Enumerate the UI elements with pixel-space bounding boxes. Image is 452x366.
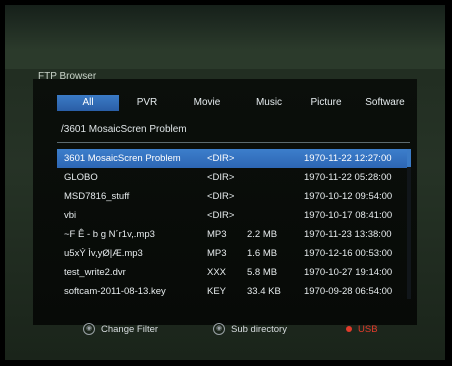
sub-directory-hint[interactable]: ◉ Sub directory [213,321,287,339]
file-name: 3601 MosaicScren Problem [64,153,181,164]
file-size: 5.8 MB [247,267,278,278]
change-filter-label: Change Filter [101,324,159,335]
usb-dot-icon [346,326,352,333]
header-glow [5,5,445,69]
file-type: MP3 [207,248,227,259]
file-name: test_write2.dvr [64,267,126,278]
file-row[interactable]: ~F Ê - b g N´r1v,.mp3 MP3 2.2 MB 1970-11… [57,225,407,244]
file-date: 1970-10-12 09:54:00 [304,191,393,202]
file-row[interactable]: MSD7816_stuff <DIR> 1970-10-12 09:54:00 [57,187,407,206]
file-row[interactable]: vbi <DIR> 1970-10-17 08:41:00 [57,206,407,225]
scrollbar-thumb[interactable] [407,149,411,167]
file-size: 2.2 MB [247,229,278,240]
tab-picture[interactable]: Picture [297,95,355,111]
file-type: <DIR> [207,210,235,221]
file-date: 1970-11-22 05:28:00 [304,172,392,183]
file-type: XXX [207,267,227,278]
change-filter-hint[interactable]: ◉ Change Filter [83,321,158,339]
sub-directory-label: Sub directory [231,324,287,335]
file-type: <DIR> [207,191,235,202]
filter-tabs: All PVR Movie Music Picture Software [57,95,410,111]
page-title: FTP Browser [38,71,97,82]
file-type: MP3 [207,229,227,240]
file-row[interactable]: softcam-2011-08-13.key KEY 33.4 KB 1970-… [57,282,407,301]
file-row[interactable]: test_write2.dvr XXX 5.8 MB 1970-10-27 19… [57,263,407,282]
divider [57,142,410,143]
file-row[interactable]: u5xÝ Ìv,yØ|Æ.mp3 MP3 1.6 MB 1970-12-16 0… [57,244,407,263]
tab-software[interactable]: Software [357,95,413,111]
tab-pvr[interactable]: PVR [123,95,171,111]
remote-button-icon: ◉ [213,323,225,336]
file-type: KEY [207,286,227,297]
file-name: vbi [64,210,77,221]
file-date: 1970-10-27 19:14:00 [304,267,393,278]
footer-hints: ◉ Change Filter ◉ Sub directory USB [5,321,445,339]
file-row[interactable]: GLOBO <DIR> 1970-11-22 05:28:00 [57,168,407,187]
file-type: <DIR> [207,153,235,164]
file-date: 1970-09-28 06:54:00 [304,286,393,297]
tab-music[interactable]: Music [243,95,295,111]
current-path: /3601 MosaicScren Problem [61,124,187,135]
file-name: u5xÝ Ìv,yØ|Æ.mp3 [64,248,143,259]
file-date: 1970-10-17 08:41:00 [304,210,393,221]
usb-indicator[interactable]: USB [346,321,378,339]
file-date: 1970-11-23 13:38:00 [304,229,392,240]
file-date: 1970-11-22 12:27:00 [304,153,392,164]
file-type: <DIR> [207,172,235,183]
file-name: GLOBO [64,172,98,183]
tab-all[interactable]: All [57,95,119,111]
file-name: MSD7816_stuff [64,191,130,202]
remote-button-icon: ◉ [83,323,95,336]
file-size: 33.4 KB [247,286,281,297]
file-row[interactable]: 3601 MosaicScren Problem <DIR> 1970-11-2… [57,149,407,168]
file-size: 1.6 MB [247,248,278,259]
scrollbar[interactable] [407,149,411,299]
file-list: 3601 MosaicScren Problem <DIR> 1970-11-2… [57,149,407,301]
file-name: ~F Ê - b g N´r1v,.mp3 [64,229,155,240]
file-name: softcam-2011-08-13.key [64,286,166,297]
tab-movie[interactable]: Movie [181,95,233,111]
file-date: 1970-12-16 00:53:00 [304,248,393,259]
usb-label: USB [358,324,378,335]
tv-screen: FTP Browser All PVR Movie Music Picture … [5,5,445,360]
